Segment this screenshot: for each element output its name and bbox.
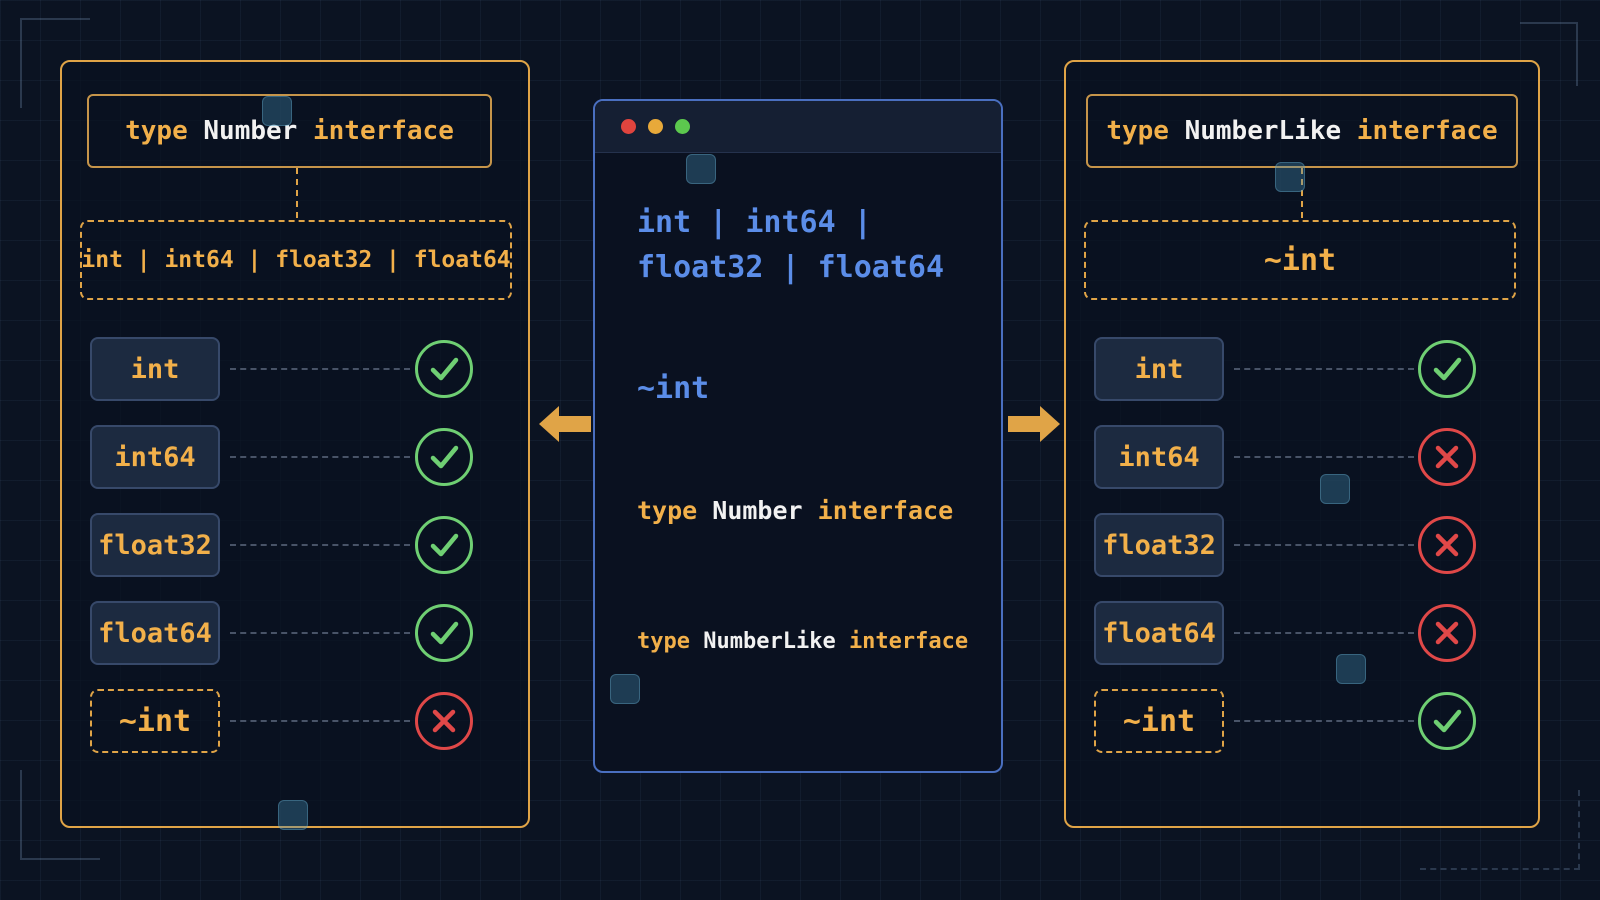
- interface-keyword: interface: [848, 629, 969, 654]
- type-check-row: ~int: [62, 686, 528, 756]
- type-keyword: type: [125, 116, 188, 146]
- interface-keyword: interface: [1356, 116, 1498, 146]
- number-type-set: int | int64 | float32 | float64: [80, 220, 512, 300]
- arrow-right-icon: [1008, 406, 1060, 442]
- type-check-row: float64: [62, 598, 528, 668]
- type-label-box: ~int: [1094, 689, 1224, 753]
- row-connector: [1234, 368, 1414, 370]
- watermark-icon: [610, 674, 640, 704]
- type-label-box: float32: [1094, 513, 1224, 577]
- type-label-box: float32: [90, 513, 220, 577]
- type-check-row: float64: [1066, 598, 1538, 668]
- type-check-row: float32: [1066, 510, 1538, 580]
- type-check-row: int64: [62, 422, 528, 492]
- interface-keyword: interface: [817, 496, 954, 525]
- cross-icon: [1418, 604, 1476, 662]
- code-approx-line: ~int: [637, 371, 710, 406]
- title-set-connector: [296, 168, 298, 218]
- check-icon: [1418, 692, 1476, 750]
- cross-icon: [1418, 428, 1476, 486]
- type-label-box: int: [1094, 337, 1224, 401]
- arrow-left-icon: [539, 406, 591, 442]
- type-check-row: int64: [1066, 422, 1538, 492]
- type-label-box: float64: [90, 601, 220, 665]
- minimize-dot[interactable]: [648, 119, 663, 134]
- type-keyword: type: [637, 496, 698, 525]
- code-union-line-1: int | int64 |: [637, 205, 872, 240]
- row-connector: [1234, 632, 1414, 634]
- cross-icon: [1418, 516, 1476, 574]
- row-connector: [230, 368, 410, 370]
- type-check-row: int: [1066, 334, 1538, 404]
- check-icon: [415, 516, 473, 574]
- numberlike-interface-title: type NumberLike interface: [1086, 94, 1518, 168]
- watermark-icon: [278, 800, 308, 830]
- watermark-icon: [1336, 654, 1366, 684]
- watermark-icon: [262, 96, 292, 126]
- row-connector: [230, 632, 410, 634]
- type-label-box: int: [90, 337, 220, 401]
- row-connector: [1234, 720, 1414, 722]
- type-keyword: type: [1106, 116, 1169, 146]
- close-dot[interactable]: [621, 119, 636, 134]
- cross-icon: [415, 692, 473, 750]
- check-icon: [1418, 340, 1476, 398]
- type-check-row: float32: [62, 510, 528, 580]
- interface-name: Number: [712, 496, 803, 525]
- interface-name: NumberLike: [1184, 116, 1342, 146]
- code-number-decl: type Number interface: [637, 496, 953, 525]
- row-connector: [230, 544, 410, 546]
- type-label-box: ~int: [90, 689, 220, 753]
- row-connector: [230, 720, 410, 722]
- watermark-icon: [1275, 162, 1305, 192]
- type-label-box: float64: [1094, 601, 1224, 665]
- row-connector: [1234, 456, 1414, 458]
- type-label-box: int64: [1094, 425, 1224, 489]
- check-icon: [415, 604, 473, 662]
- row-connector: [1234, 544, 1414, 546]
- maximize-dot[interactable]: [675, 119, 690, 134]
- type-check-row: ~int: [1066, 686, 1538, 756]
- editor-titlebar: [595, 101, 1001, 153]
- interface-name: NumberLike: [703, 629, 836, 654]
- type-label-box: int64: [90, 425, 220, 489]
- row-connector: [230, 456, 410, 458]
- numberlike-type-set: ~int: [1084, 220, 1516, 300]
- code-union-line-2: float32 | float64: [637, 250, 945, 285]
- watermark-icon: [1320, 474, 1350, 504]
- number-interface-panel: type Number interface int | int64 | floa…: [60, 60, 530, 828]
- type-check-row: int: [62, 334, 528, 404]
- watermark-icon: [686, 154, 716, 184]
- check-icon: [415, 428, 473, 486]
- interface-keyword: interface: [312, 116, 454, 146]
- type-keyword: type: [637, 629, 690, 654]
- code-editor-window: int | int64 | float32 | float64 ~int typ…: [593, 99, 1003, 773]
- code-numberlike-decl: type NumberLike interface: [637, 629, 968, 654]
- check-icon: [415, 340, 473, 398]
